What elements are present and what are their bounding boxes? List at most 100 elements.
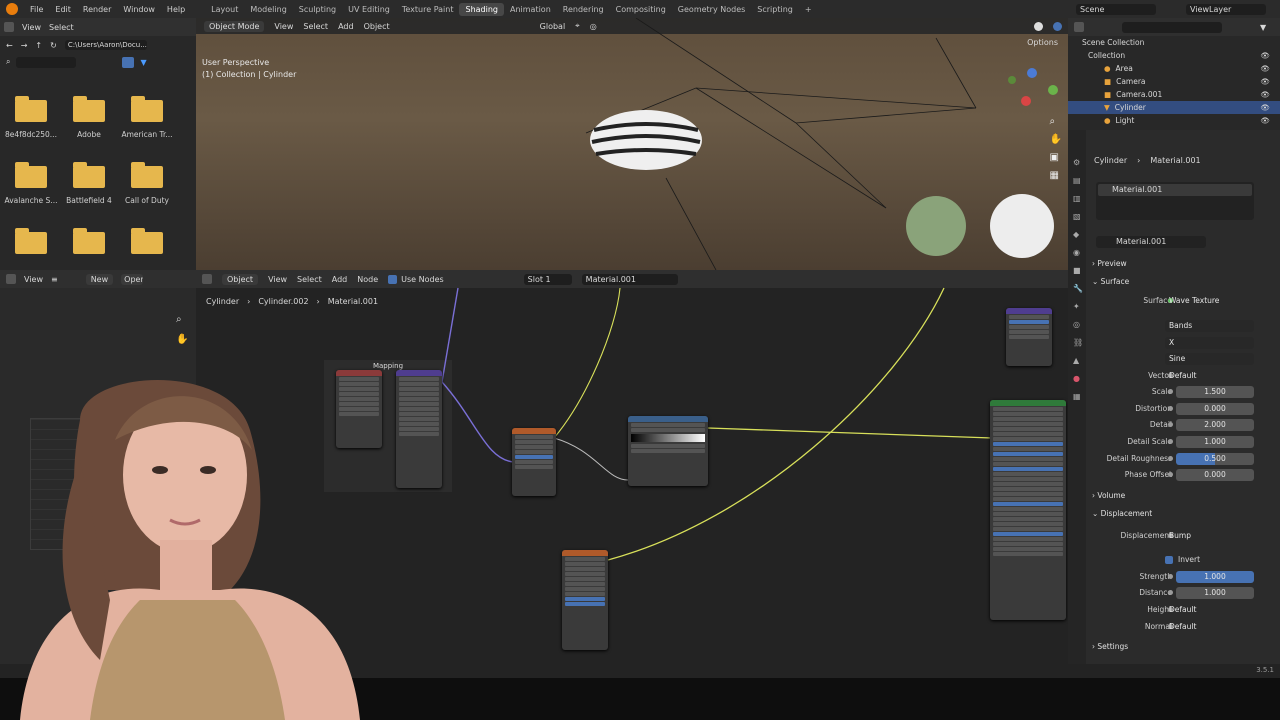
tab-uv-editing[interactable]: UV Editing (342, 3, 396, 16)
image-view-menu[interactable]: View (24, 275, 43, 284)
visibility-eye-icon[interactable]: 👁 (1260, 103, 1270, 112)
path-field[interactable]: C:\Users\Aaron\Docu... (64, 40, 147, 50)
filter-search-input[interactable] (16, 56, 77, 68)
tab-rendering[interactable]: Rendering (557, 3, 610, 16)
visibility-eye-icon[interactable]: 👁 (1260, 77, 1270, 86)
principled-bsdf-node[interactable] (990, 400, 1066, 620)
object-tab-icon[interactable]: ■ (1073, 266, 1086, 275)
displacement-selector[interactable]: Bump (1165, 530, 1254, 542)
menu-render[interactable]: Render (77, 5, 117, 14)
parent-dir-icon[interactable]: ↑ (35, 41, 42, 50)
outliner-search-input[interactable] (1122, 21, 1222, 33)
settings-section[interactable]: › Settings (1092, 642, 1128, 651)
wave-type-dropdown[interactable]: Bands (1165, 320, 1254, 332)
output-tab-icon[interactable]: ▥ (1073, 194, 1086, 203)
tab-shading[interactable]: Shading (459, 2, 504, 16)
material-name-field[interactable]: Material.001 (1096, 236, 1206, 248)
editor-type-icon[interactable] (6, 274, 16, 284)
displacement-section[interactable]: ⌄ Displacement (1092, 509, 1152, 518)
folder-item[interactable]: Call of Duty (118, 162, 176, 205)
view-layer-selector[interactable]: ViewLayer (1186, 3, 1266, 15)
folder-item[interactable]: 8e4f8dc250... (2, 96, 60, 139)
menu-file[interactable]: File (24, 5, 49, 14)
zoom-icon[interactable]: ⌕ (1050, 116, 1062, 127)
menu-edit[interactable]: Edit (49, 5, 77, 14)
visibility-eye-icon[interactable]: 👁 (1260, 64, 1270, 73)
material-slot-list[interactable]: Material.001 (1096, 182, 1254, 220)
editor-type-icon[interactable] (1074, 22, 1084, 32)
outliner-item[interactable]: ● Light 👁 (1068, 114, 1280, 127)
outliner-item[interactable]: ● Area 👁 (1068, 62, 1280, 75)
tab-sculpting[interactable]: Sculpting (293, 3, 342, 16)
folder-item[interactable]: Battlefield 4 (60, 162, 118, 205)
preview-section[interactable]: › Preview (1092, 259, 1127, 268)
image-menu-icon[interactable]: ≡ (51, 275, 58, 284)
file-view-menu[interactable]: View (22, 23, 41, 32)
visibility-eye-icon[interactable]: 👁 (1260, 116, 1270, 125)
tab-layout[interactable]: Layout (205, 3, 244, 16)
display-grid-icon[interactable] (122, 56, 135, 68)
outliner-item-selected[interactable]: ▼ Cylinder 👁 (1068, 101, 1280, 114)
bump-node[interactable] (1006, 308, 1052, 366)
ortho-toggle-icon[interactable]: ▦ (1050, 170, 1062, 181)
distance-field[interactable]: 1.000 (1176, 587, 1254, 599)
outliner-item[interactable]: ■ Camera 👁 (1068, 75, 1280, 88)
visibility-eye-icon[interactable]: 👁 (1260, 51, 1270, 60)
blender-logo-icon[interactable] (6, 3, 18, 15)
distortion-field[interactable]: 0.000 (1176, 403, 1254, 415)
folder-item[interactable] (2, 228, 60, 254)
refresh-icon[interactable]: ↻ (50, 41, 57, 50)
camera-view-icon[interactable]: ▣ (1050, 152, 1062, 163)
color-ramp-node[interactable] (628, 416, 708, 486)
world-tab-icon[interactable]: ◉ (1073, 248, 1086, 257)
strength-field[interactable]: 1.000 (1176, 571, 1254, 583)
modifier-tab-icon[interactable]: 🔧 (1073, 284, 1086, 293)
outliner-collection[interactable]: Collection 👁 (1068, 49, 1280, 62)
zoom-icon[interactable]: ⌕ (176, 314, 182, 325)
surface-section[interactable]: ⌄ Surface (1092, 277, 1129, 286)
pan-hand-icon[interactable]: ✋ (176, 334, 188, 345)
folder-item[interactable]: American Tr... (118, 96, 176, 139)
visibility-eye-icon[interactable]: 👁 (1260, 90, 1270, 99)
menu-window[interactable]: Window (117, 5, 161, 14)
scene-selector[interactable]: Scene (1076, 3, 1156, 15)
height-input[interactable]: Default (1165, 604, 1254, 616)
wave-profile-dropdown[interactable]: Sine (1165, 353, 1254, 365)
invert-checkbox[interactable] (1165, 556, 1173, 564)
detail-field[interactable]: 2.000 (1176, 419, 1254, 431)
forward-icon[interactable]: → (21, 41, 28, 50)
folder-item[interactable]: Adobe (60, 96, 118, 139)
filter-icon[interactable]: ▼ (1260, 23, 1266, 32)
open-image-button[interactable]: Open (121, 273, 144, 285)
add-workspace-icon[interactable]: + (799, 3, 818, 16)
render-tab-icon[interactable]: ▤ (1073, 176, 1086, 185)
outliner-item[interactable]: ■ Camera.001 👁 (1068, 88, 1280, 101)
tool-tab-icon[interactable]: ⚙ (1073, 158, 1086, 167)
file-select-menu[interactable]: Select (49, 23, 74, 32)
wave-texture-node[interactable] (562, 550, 608, 650)
tab-modeling[interactable]: Modeling (244, 3, 292, 16)
outliner-scene-collection[interactable]: Scene Collection (1068, 36, 1280, 49)
menu-help[interactable]: Help (161, 5, 191, 14)
new-image-button[interactable]: New (85, 273, 114, 285)
normal-input[interactable]: Default (1165, 621, 1254, 633)
folder-item[interactable] (118, 228, 176, 254)
editor-type-icon[interactable] (4, 22, 14, 32)
scale-field[interactable]: 1.500 (1176, 386, 1254, 398)
volume-section[interactable]: › Volume (1092, 491, 1125, 500)
material-slot-item[interactable]: Material.001 (1098, 184, 1252, 196)
wave-direction-dropdown[interactable]: X (1165, 337, 1254, 349)
3d-viewport[interactable]: Object Mode View Select Add Object Globa… (196, 18, 1068, 270)
detail-scale-field[interactable]: 1.000 (1176, 436, 1254, 448)
filter-icon[interactable]: ▼ (140, 58, 146, 67)
pan-hand-icon[interactable]: ✋ (1050, 134, 1062, 145)
tab-scripting[interactable]: Scripting (751, 3, 799, 16)
back-icon[interactable]: ← (6, 41, 13, 50)
folder-item[interactable] (60, 228, 118, 254)
surface-shader-selector[interactable]: Wave Texture (1165, 295, 1254, 307)
noise-texture-node[interactable] (512, 428, 556, 496)
scene-tab-icon[interactable]: ◆ (1073, 230, 1086, 239)
tab-texture-paint[interactable]: Texture Paint (396, 3, 460, 16)
detail-roughness-field[interactable]: 0.500 (1176, 453, 1254, 465)
mapping-node[interactable] (396, 370, 442, 488)
